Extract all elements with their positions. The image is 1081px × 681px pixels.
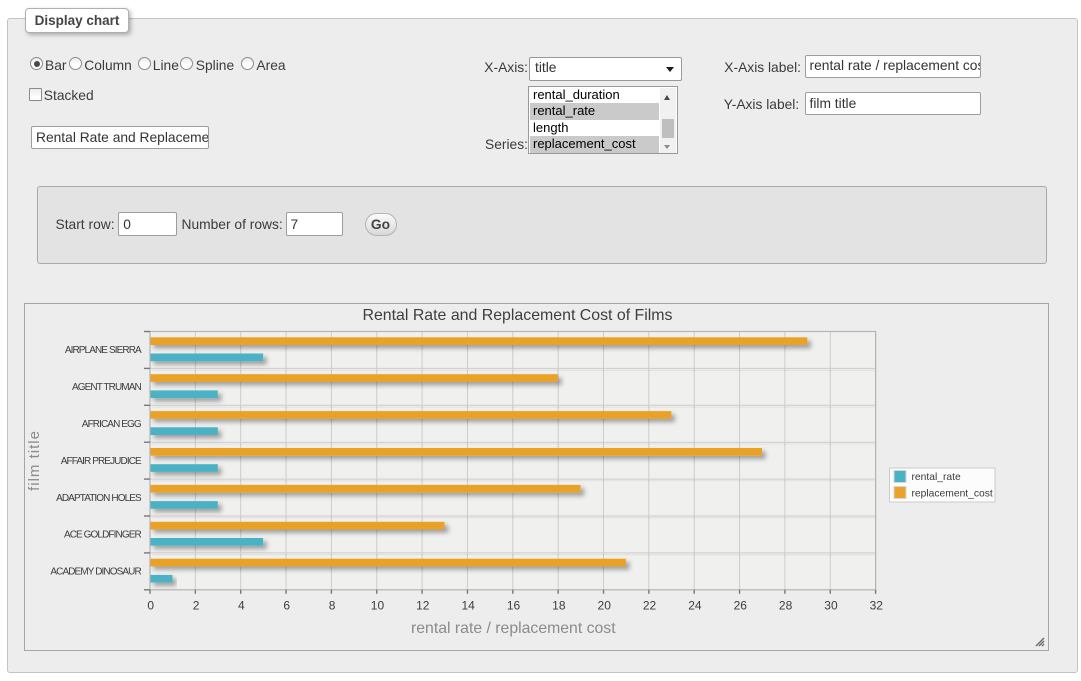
svg-text:6: 6 (283, 599, 290, 613)
svg-text:ACE GOLDFINGER: ACE GOLDFINGER (64, 530, 142, 541)
svg-text:28: 28 (779, 599, 793, 613)
svg-text:12: 12 (416, 599, 430, 613)
svg-text:4: 4 (238, 599, 245, 613)
svg-text:ACADEMY DINOSAUR: ACADEMY DINOSAUR (50, 567, 141, 578)
svg-text:30: 30 (824, 599, 838, 613)
svg-text:24: 24 (688, 599, 702, 613)
svg-text:32: 32 (870, 599, 884, 613)
svg-text:AGENT TRUMAN: AGENT TRUMAN (72, 382, 142, 393)
svg-text:20: 20 (598, 599, 612, 613)
svg-text:film title: film title (26, 430, 43, 491)
svg-text:2: 2 (193, 599, 200, 613)
svg-text:18: 18 (552, 599, 566, 613)
svg-text:replacement_cost: replacement_cost (912, 489, 993, 500)
svg-text:10: 10 (371, 599, 385, 613)
svg-text:AFFAIR PREJUDICE: AFFAIR PREJUDICE (61, 456, 142, 467)
svg-text:22: 22 (643, 599, 657, 613)
svg-text:Rental Rate and Replacement Co: Rental Rate and Replacement Cost of Film… (362, 307, 672, 324)
svg-text:rental rate / replacement cost: rental rate / replacement cost (411, 620, 616, 637)
svg-text:26: 26 (734, 599, 748, 613)
svg-text:ADAPTATION HOLES: ADAPTATION HOLES (56, 493, 142, 504)
svg-text:8: 8 (329, 599, 336, 613)
svg-text:AFRICAN EGG: AFRICAN EGG (82, 419, 142, 430)
svg-text:rental_rate: rental_rate (912, 472, 962, 483)
svg-text:0: 0 (147, 599, 154, 613)
svg-text:14: 14 (461, 599, 475, 613)
svg-text:AIRPLANE SIERRA: AIRPLANE SIERRA (65, 345, 142, 356)
svg-text:16: 16 (507, 599, 521, 613)
